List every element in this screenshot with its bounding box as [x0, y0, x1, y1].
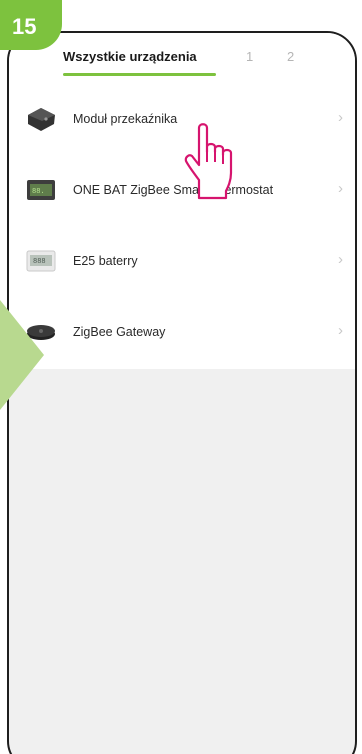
tab-all-devices[interactable]: Wszystkie urządzenia: [63, 49, 197, 64]
device-item-e25[interactable]: 888 E25 baterry ›: [9, 227, 355, 298]
step-number: 15: [12, 14, 37, 39]
chevron-right-icon: ›: [338, 109, 343, 126]
tab-room-1[interactable]: 1: [246, 49, 253, 64]
svg-text:88.: 88.: [32, 188, 45, 196]
device-name: ONE BAT ZigBee Smart Thermostat: [73, 183, 274, 197]
device-name: ZigBee Gateway: [73, 325, 166, 339]
svg-text:888: 888: [33, 258, 46, 266]
device-item-gateway[interactable]: ZigBee Gateway ›: [9, 298, 355, 369]
pointing-hand-icon: [184, 123, 233, 200]
thermostat-icon: 88.: [27, 180, 55, 200]
active-tab-indicator: [63, 73, 216, 76]
chevron-right-icon: ›: [338, 322, 343, 339]
tab-room-2[interactable]: 2: [287, 49, 294, 64]
arrow-pointer-icon: [0, 300, 44, 410]
step-badge: 15: [0, 0, 62, 50]
chevron-right-icon: ›: [338, 180, 343, 197]
thermostat-display-icon: 888: [26, 250, 56, 272]
device-name: E25 baterry: [73, 254, 138, 268]
relay-module-icon: [28, 108, 55, 131]
device-name: Moduł przekaźnika: [73, 112, 178, 126]
chevron-right-icon: ›: [338, 251, 343, 268]
tab-bar: Wszystkie urządzenia 1 2: [9, 33, 355, 85]
